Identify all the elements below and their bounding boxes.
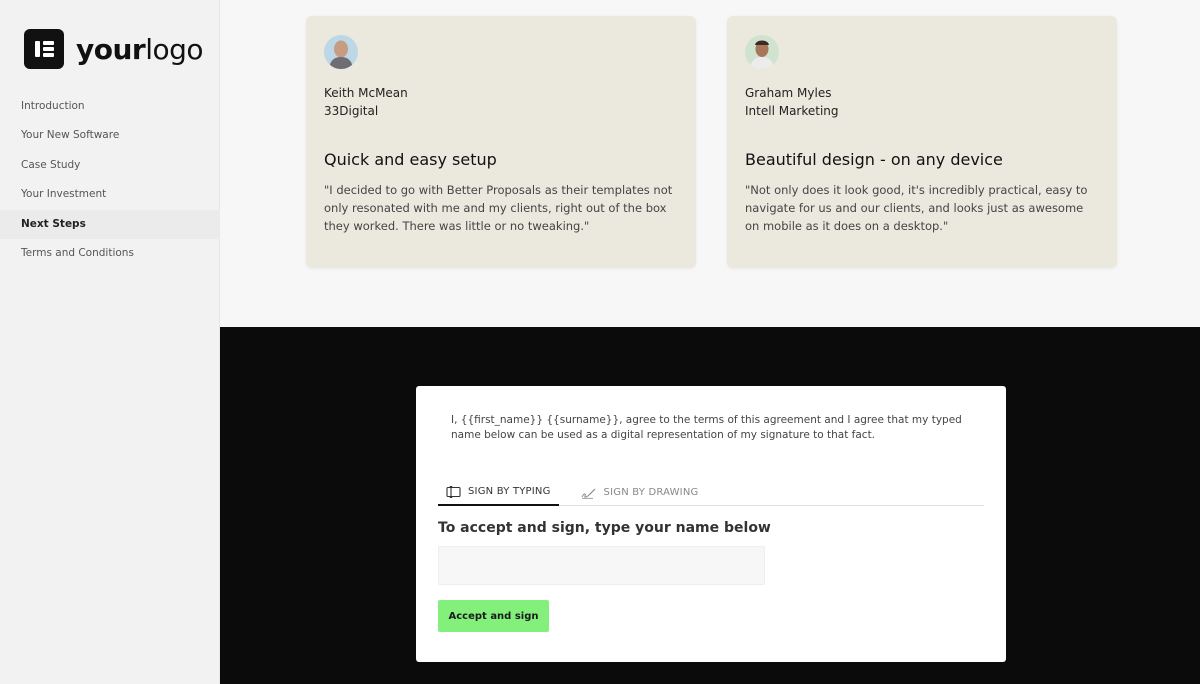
testimonial-company: Intell Marketing xyxy=(745,104,839,118)
testimonial-quote: "Not only does it look good, it's incred… xyxy=(745,183,1088,233)
testimonial-author-name: Graham Myles xyxy=(745,86,832,100)
sidebar-item-your-investment[interactable]: Your Investment xyxy=(0,180,220,209)
sidebar-item-case-study[interactable]: Case Study xyxy=(0,151,220,180)
sidebar-item-next-steps[interactable]: Next Steps xyxy=(0,209,220,239)
signature-section: I, {{first_name}} {{surname}}, agree to … xyxy=(220,327,1200,684)
tab-sign-by-drawing[interactable]: SIGN BY DRAWING xyxy=(573,479,707,506)
testimonial-card: Keith McMean 33Digital Quick and easy se… xyxy=(306,16,696,268)
keyboard-icon xyxy=(446,485,461,498)
tab-label: SIGN BY TYPING xyxy=(468,486,551,497)
sidebar-nav: Introduction Your New Software Case Stud… xyxy=(0,92,220,268)
testimonial-title: Quick and easy setup xyxy=(324,150,497,169)
signature-pen-icon xyxy=(581,487,597,499)
testimonial-title: Beautiful design - on any device xyxy=(745,150,1003,169)
signature-name-input[interactable] xyxy=(438,546,765,585)
tab-sign-by-typing[interactable]: SIGN BY TYPING xyxy=(438,479,559,506)
sidebar-item-your-new-software[interactable]: Your New Software xyxy=(0,121,220,150)
signature-panel: I, {{first_name}} {{surname}}, agree to … xyxy=(416,386,1006,662)
sidebar-item-introduction[interactable]: Introduction xyxy=(0,92,220,121)
avatar xyxy=(324,35,358,69)
sign-prompt: To accept and sign, type your name below xyxy=(438,520,771,536)
testimonial-card: Graham Myles Intell Marketing Beautiful … xyxy=(727,16,1117,268)
testimonial-author-name: Keith McMean xyxy=(324,86,408,100)
logo-mark-icon xyxy=(24,29,64,69)
testimonials-section: Keith McMean 33Digital Quick and easy se… xyxy=(220,0,1200,327)
brand-logo[interactable]: yourlogo xyxy=(24,29,204,69)
testimonial-company: 33Digital xyxy=(324,104,379,118)
agreement-text: I, {{first_name}} {{surname}}, agree to … xyxy=(451,414,962,441)
avatar xyxy=(745,35,779,69)
sidebar-item-terms-and-conditions[interactable]: Terms and Conditions xyxy=(0,239,220,268)
testimonial-quote: "I decided to go with Better Proposals a… xyxy=(324,183,673,233)
sidebar: yourlogo Introduction Your New Software … xyxy=(0,0,220,684)
signature-tabs: SIGN BY TYPING SIGN BY DRAWING xyxy=(438,479,984,506)
accept-and-sign-button[interactable]: Accept and sign xyxy=(438,600,549,632)
logo-text: yourlogo xyxy=(76,32,204,66)
tab-label: SIGN BY DRAWING xyxy=(603,487,699,498)
